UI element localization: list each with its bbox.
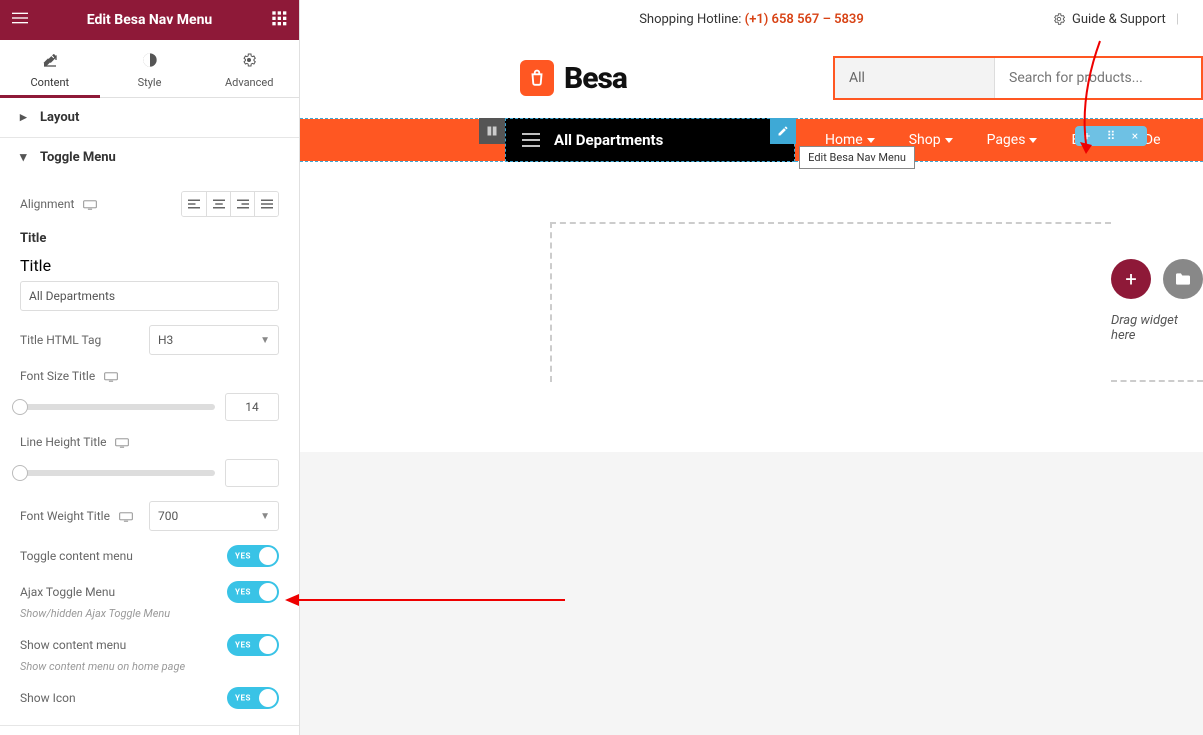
show-icon-label: Show Icon — [20, 691, 76, 705]
font-size-title-slider[interactable] — [20, 404, 215, 410]
section-layout-title: Layout — [40, 110, 79, 125]
column-handle-icon[interactable] — [479, 118, 505, 144]
font-size-title-value[interactable] — [225, 393, 279, 421]
panel-header: Edit Besa Nav Menu — [0, 0, 299, 40]
tab-content-label: Content — [0, 76, 100, 89]
toggle-content-menu-label: Toggle content menu — [20, 549, 133, 563]
chevron-down-icon — [1029, 138, 1037, 143]
slider-thumb[interactable] — [12, 465, 28, 481]
drag-section-handle[interactable]: ⠿ — [1099, 126, 1123, 146]
search-category-select[interactable]: All — [835, 58, 995, 98]
alignment-label: Alignment — [20, 197, 97, 211]
tab-style-label: Style — [100, 76, 200, 89]
preview-header: Besa All — [300, 38, 1203, 118]
show-icon-switch[interactable]: YES — [227, 687, 279, 709]
line-height-title-label: Line Height Title — [20, 435, 129, 449]
title-html-tag-select[interactable]: H3▼ — [149, 325, 279, 355]
hotline-number: (+1) 658 567 – 5839 — [745, 12, 864, 27]
chevron-down-icon — [945, 138, 953, 143]
editor-panel: Edit Besa Nav Menu Content Style Advance… — [0, 0, 300, 735]
alignment-buttons — [181, 191, 279, 217]
hamburger-icon[interactable] — [0, 10, 40, 30]
hotline-label: Shopping Hotline: — [639, 12, 744, 27]
responsive-icon[interactable] — [104, 372, 118, 382]
template-library-button[interactable] — [1163, 259, 1203, 299]
widget-dropzone-row: + Drag widget here — [300, 162, 1203, 382]
ajax-toggle-menu-label: Ajax Toggle Menu — [20, 585, 115, 599]
gear-icon — [1052, 12, 1066, 26]
section-handle: + ⠿ × — [1075, 126, 1147, 146]
align-left-button[interactable] — [182, 192, 206, 216]
tab-advanced[interactable]: Advanced — [199, 40, 299, 97]
nav-link-shop[interactable]: Shop — [909, 132, 953, 148]
drag-widget-hint: Drag widget here — [1111, 313, 1203, 343]
panel-body: ▸ Layout ▾ Toggle Menu Alignment — [0, 98, 299, 735]
section-toggle-menu: ▾ Toggle Menu Alignment Title — [0, 138, 299, 726]
responsive-icon[interactable] — [115, 438, 129, 448]
tab-style[interactable]: Style — [100, 40, 200, 97]
logo-mark-icon — [520, 60, 554, 96]
section-layout: ▸ Layout — [0, 98, 299, 138]
caret-right-icon: ▸ — [20, 110, 32, 125]
font-weight-title-label: Font Weight Title — [20, 509, 133, 523]
widget-drop-side[interactable]: + Drag widget here — [1111, 222, 1203, 382]
site-logo[interactable]: Besa — [520, 60, 627, 96]
hamburger-icon — [522, 133, 540, 147]
guide-support-link[interactable]: Guide & Support — [1072, 12, 1166, 27]
search-input[interactable] — [995, 58, 1201, 98]
tab-advanced-label: Advanced — [199, 76, 299, 89]
nav-orange-bar: All Departments Edit Besa Nav Menu Home … — [300, 119, 1203, 161]
toggle-content-menu-switch[interactable]: YES — [227, 545, 279, 567]
nav-row: All Departments Edit Besa Nav Menu Home … — [300, 118, 1203, 162]
preview-topbar: Shopping Hotline: (+1) 658 567 – 5839 Gu… — [300, 0, 1203, 38]
logo-text: Besa — [564, 61, 627, 96]
align-right-button[interactable] — [230, 192, 254, 216]
widget-dropzone[interactable] — [550, 222, 1111, 382]
tab-content[interactable]: Content — [0, 40, 100, 97]
line-height-title-value[interactable] — [225, 459, 279, 487]
edit-widget-tooltip: Edit Besa Nav Menu — [799, 146, 915, 169]
ajax-toggle-menu-hint: Show/hidden Ajax Toggle Menu — [20, 607, 279, 620]
chevron-down-icon — [867, 138, 875, 143]
font-weight-title-select[interactable]: 700▼ — [149, 501, 279, 531]
title-html-tag-label: Title HTML Tag — [20, 333, 101, 347]
add-section-button[interactable]: + — [1075, 126, 1099, 146]
align-justify-button[interactable] — [254, 192, 278, 216]
panel-title: Edit Besa Nav Menu — [40, 12, 259, 28]
align-center-button[interactable] — [206, 192, 230, 216]
panel-tabs: Content Style Advanced — [0, 40, 299, 98]
chevron-down-icon: ▼ — [260, 511, 270, 522]
section-toggle-menu-title: Toggle Menu — [40, 150, 116, 165]
chevron-down-icon: ▼ — [260, 335, 270, 346]
preview-footer-area — [300, 452, 1203, 735]
apps-grid-icon[interactable] — [259, 10, 299, 30]
section-layout-head[interactable]: ▸ Layout — [0, 98, 299, 137]
caret-down-icon: ▾ — [20, 150, 32, 165]
show-content-menu-switch[interactable]: YES — [227, 634, 279, 656]
close-section-button[interactable]: × — [1123, 126, 1147, 146]
edit-widget-button[interactable] — [770, 118, 796, 144]
preview-area: Shopping Hotline: (+1) 658 567 – 5839 Gu… — [300, 0, 1203, 735]
font-size-title-label: Font Size Title — [20, 369, 118, 383]
all-departments-widget[interactable]: All Departments — [505, 118, 795, 162]
responsive-icon[interactable] — [83, 200, 97, 210]
slider-thumb[interactable] — [12, 399, 28, 415]
search-bar: All — [833, 56, 1203, 100]
title-input[interactable] — [20, 281, 279, 311]
title-heading: Title — [20, 231, 46, 246]
section-toggle-menu-head[interactable]: ▾ Toggle Menu — [0, 138, 299, 177]
show-content-menu-label: Show content menu — [20, 638, 126, 652]
add-widget-button[interactable]: + — [1111, 259, 1151, 299]
line-height-title-slider[interactable] — [20, 470, 215, 476]
ajax-toggle-menu-switch[interactable]: YES — [227, 581, 279, 603]
all-departments-label: All Departments — [554, 131, 663, 149]
title-label: Title — [20, 256, 51, 275]
responsive-icon[interactable] — [119, 512, 133, 522]
nav-link-pages[interactable]: Pages — [987, 132, 1038, 148]
show-content-menu-hint: Show content menu on home page — [20, 660, 279, 673]
